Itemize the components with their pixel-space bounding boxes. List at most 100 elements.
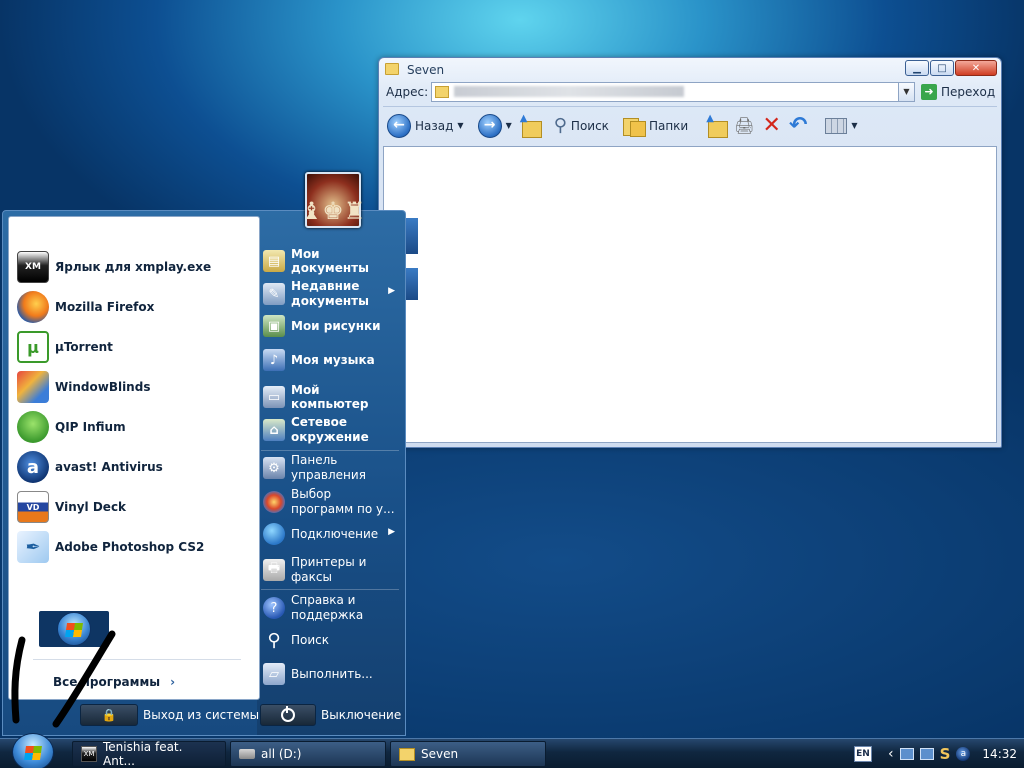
places-label-line: окружение — [291, 430, 369, 444]
program-item[interactable]: ✒ Adobe Photoshop CS2 — [17, 529, 204, 565]
maximize-button[interactable]: □ — [930, 60, 954, 76]
utorrent-icon: µ — [17, 331, 49, 363]
explorer-window[interactable]: Seven ▁ □ ✕ Адрес: ▼ ➜ Переход ← Назад ▼… — [378, 57, 1002, 448]
drive-icon — [239, 749, 255, 759]
program-label: Vinyl Deck — [55, 500, 127, 514]
all-programs-separator — [33, 659, 241, 660]
search-icon: ⚲ — [553, 115, 567, 136]
submenu-arrow-icon: ▶ — [388, 286, 395, 296]
places-label: Принтеры и факсы — [291, 555, 366, 585]
default-programs-icon — [263, 491, 285, 513]
control-panel-icon: ⚙ — [263, 457, 285, 479]
folders-button[interactable]: Папки — [622, 116, 688, 137]
delete-icon[interactable]: ✕ — [763, 114, 781, 137]
search-icon: ⚲ — [267, 629, 281, 651]
close-button[interactable]: ✕ — [955, 60, 997, 76]
user-avatar[interactable]: ♝♚♜ — [301, 172, 365, 228]
submenu-arrow-icon: ▶ — [388, 527, 395, 537]
avast-icon: a — [17, 451, 49, 483]
taskbar-item[interactable]: XM Tenishia feat. Ant... — [72, 740, 226, 768]
program-item[interactable]: XM Ярлык для xmplay.exe — [17, 249, 211, 285]
connect-icon — [263, 523, 285, 545]
move-to-icon[interactable] — [706, 113, 729, 138]
program-label: µTorrent — [55, 340, 113, 354]
program-item[interactable]: µ µTorrent — [17, 329, 113, 365]
address-dropdown-button[interactable]: ▼ — [898, 83, 914, 101]
chevron-down-icon[interactable]: ▼ — [506, 121, 512, 130]
places-my-computer[interactable]: ▭ Мой компьютер — [263, 383, 401, 411]
program-item[interactable]: WindowBlinds — [17, 369, 150, 405]
power-icon — [281, 706, 295, 722]
places-connect[interactable]: Подключение ▶ — [263, 523, 401, 545]
views-icon — [825, 117, 848, 134]
help-icon: ? — [263, 597, 285, 619]
places-label-line: факсы — [291, 570, 332, 584]
places-my-pictures[interactable]: ▣ Мои рисунки — [263, 315, 401, 337]
places-label: Подключение — [291, 527, 379, 541]
places-search[interactable]: ⚲ Поиск — [263, 629, 401, 651]
places-recent-documents[interactable]: ✎ Недавние документы ▶ — [263, 279, 401, 309]
places-label: Сетевое окружение — [291, 415, 369, 445]
places-control-panel[interactable]: ⚙ Панель управления — [263, 453, 401, 483]
places-label-line: управления — [291, 468, 366, 482]
all-programs-button[interactable]: Все программы › — [53, 675, 175, 689]
views-button[interactable]: ▼ — [825, 117, 858, 134]
background-window-fragment — [404, 218, 418, 254]
forward-arrow-icon: → — [477, 113, 502, 138]
program-item[interactable]: Mozilla Firefox — [17, 289, 154, 325]
places-help[interactable]: ? Справка и поддержка — [263, 593, 401, 623]
go-button[interactable]: ➜ Переход — [917, 81, 1001, 103]
places-network[interactable]: ⌂ Сетевое окружение — [263, 415, 401, 445]
forward-button[interactable]: → ▼ — [477, 113, 512, 138]
logoff-button[interactable]: 🔒 — [80, 704, 138, 726]
folder-up-icon[interactable] — [520, 113, 542, 138]
places-my-documents[interactable]: ▤ Мои документы — [263, 247, 401, 275]
documents-icon: ▤ — [263, 250, 285, 272]
window-titlebar[interactable]: Seven ▁ □ ✕ — [379, 58, 1001, 80]
avast-icon[interactable]: a — [956, 747, 971, 761]
places-printers[interactable]: 🖶 Принтеры и факсы — [263, 555, 401, 585]
file-list-area[interactable] — [383, 146, 997, 443]
undo-icon[interactable]: ↶ — [789, 114, 807, 137]
chevron-down-icon[interactable]: ▼ — [851, 121, 857, 130]
places-label: Выбор программ по у... — [291, 487, 395, 517]
places-label-line: Недавние — [291, 279, 360, 293]
address-input[interactable]: ▼ — [431, 82, 915, 102]
program-label: avast! Antivirus — [55, 460, 163, 474]
places-run[interactable]: ▱ Выполнить... — [263, 663, 401, 685]
places-label: Мой компьютер — [291, 383, 369, 411]
places-label-line: Выбор — [291, 487, 332, 501]
start-menu-places: ▤ Мои документы ✎ Недавние документы ▶ ▣… — [257, 210, 406, 736]
pictures-icon: ▣ — [263, 315, 285, 337]
chevron-down-icon[interactable]: ▼ — [457, 121, 463, 130]
shutdown-button[interactable] — [260, 704, 316, 726]
program-item[interactable]: VD Vinyl Deck — [17, 489, 126, 525]
taskbar-item[interactable]: all (D:) — [230, 741, 386, 767]
network-icon[interactable] — [899, 748, 914, 760]
back-button[interactable]: ← Назад ▼ — [387, 113, 464, 138]
language-indicator[interactable]: EN — [854, 746, 872, 762]
go-label: Переход — [941, 85, 996, 99]
search-button[interactable]: ⚲ Поиск — [554, 115, 609, 136]
start-button[interactable] — [12, 733, 54, 768]
recent-documents-icon: ✎ — [263, 283, 285, 305]
program-label: Ярлык для xmplay.exe — [55, 260, 212, 274]
clock[interactable]: 14:32 — [982, 747, 1017, 761]
places-default-programs[interactable]: Выбор программ по у... — [263, 487, 401, 517]
logoff-label: Выход из системы — [143, 708, 260, 722]
show-hidden-icons-icon[interactable]: ‹ — [888, 746, 894, 762]
taskbar-item[interactable]: Seven — [390, 741, 546, 767]
copy-to-icon[interactable]: 🖨 — [734, 116, 754, 135]
folder-icon — [435, 86, 449, 98]
network-icon[interactable] — [919, 748, 934, 760]
program-item[interactable]: a avast! Antivirus — [17, 449, 163, 485]
places-my-music[interactable]: ♪ Моя музыка — [263, 349, 401, 371]
places-label-line: Сетевое — [291, 415, 348, 429]
places-separator — [261, 589, 399, 590]
search-label: Поиск — [570, 118, 609, 133]
skype-icon[interactable]: S — [940, 745, 951, 763]
places-label: Выполнить... — [291, 667, 373, 681]
folder-icon — [385, 63, 399, 75]
program-item[interactable]: QIP Infium — [17, 409, 126, 445]
minimize-button[interactable]: ▁ — [905, 60, 929, 76]
